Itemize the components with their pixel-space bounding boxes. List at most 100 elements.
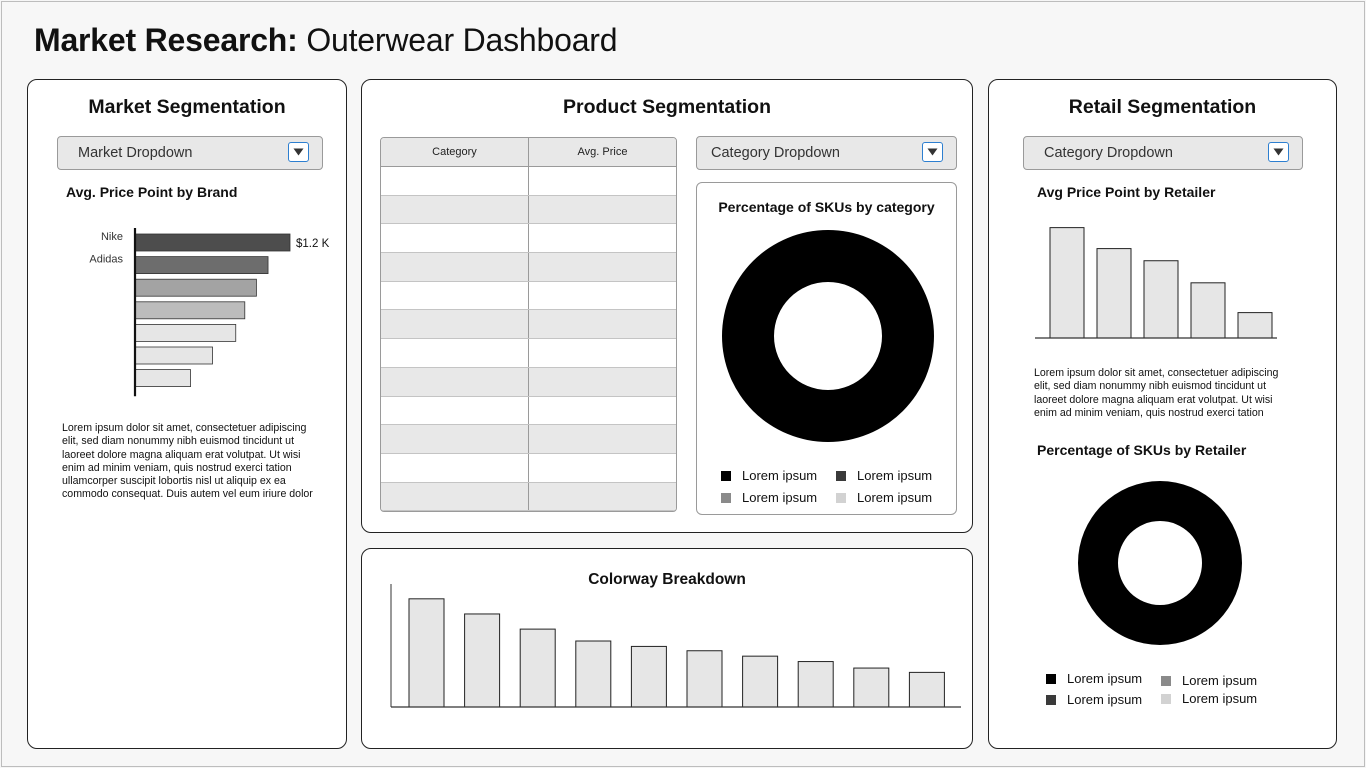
market-segmentation-panel: Market Segmentation Market Dropdown Avg.… — [27, 79, 347, 749]
bar[interactable] — [519, 628, 556, 708]
legend-item: Lorem ipsum — [836, 490, 932, 505]
table-cell[interactable] — [381, 224, 528, 252]
retail-segmentation-title: Retail Segmentation — [1068, 96, 1257, 118]
retailer-bar-chart — [1035, 227, 1277, 339]
table-cell[interactable] — [528, 224, 676, 253]
bar[interactable] — [1143, 260, 1179, 339]
legend-swatch — [836, 471, 846, 481]
table-cell[interactable] — [381, 167, 528, 195]
product-segmentation-panel: Product Segmentation Category Avg. Price… — [361, 79, 973, 533]
bar[interactable] — [630, 645, 667, 708]
retailer-donut-chart — [1078, 481, 1242, 645]
table-cell[interactable] — [381, 425, 528, 453]
table-header: Category Avg. Price — [381, 138, 676, 167]
table-cell[interactable] — [381, 196, 528, 224]
table-cell[interactable] — [381, 454, 528, 482]
bar[interactable] — [575, 640, 612, 708]
market-segmentation-title: Market Segmentation — [88, 96, 286, 118]
bar[interactable] — [464, 613, 501, 708]
table-row[interactable] — [381, 253, 676, 282]
bar[interactable] — [908, 671, 945, 708]
category-dropdown-label: Category Dropdown — [711, 145, 840, 161]
legend-swatch — [721, 471, 731, 481]
category-donut-title: Percentage of SKUs by category — [718, 199, 935, 215]
bar[interactable] — [853, 667, 890, 708]
category-dropdown[interactable]: Category Dropdown — [696, 136, 957, 170]
bar[interactable] — [1049, 227, 1085, 339]
column-header-avg-price[interactable]: Avg. Price — [528, 138, 676, 166]
legend-swatch — [1046, 674, 1056, 684]
table-row[interactable] — [381, 339, 676, 368]
table-row[interactable] — [381, 367, 676, 397]
retailer-donut-title: Percentage of SKUs by Retailer — [1037, 442, 1247, 458]
colorway-breakdown-panel: Colorway Breakdown — [361, 548, 973, 749]
donut-slice[interactable] — [722, 230, 934, 442]
table-cell[interactable] — [381, 368, 528, 396]
bar[interactable] — [134, 301, 246, 320]
table-cell[interactable] — [528, 482, 676, 511]
legend-item: Lorem ipsum — [1161, 691, 1257, 706]
chevron-down-icon[interactable] — [1268, 142, 1289, 162]
table-cell[interactable] — [528, 453, 676, 482]
bar[interactable] — [134, 324, 237, 342]
table-row[interactable] — [381, 482, 676, 511]
table-row[interactable] — [381, 224, 676, 254]
table-cell[interactable] — [528, 167, 676, 195]
table-cell[interactable] — [381, 483, 528, 511]
retailer-chart-title: Avg Price Point by Retailer — [1037, 184, 1216, 200]
table-row[interactable] — [381, 396, 676, 426]
category-label: Nike — [101, 231, 123, 243]
legend-item: Lorem ipsum — [1046, 671, 1142, 686]
table-row[interactable] — [381, 167, 676, 196]
legend-item: Lorem ipsum — [721, 468, 817, 483]
column-header-category[interactable]: Category — [381, 138, 528, 166]
retail-segmentation-panel: Retail Segmentation Category Dropdown Av… — [988, 79, 1337, 749]
table-cell[interactable] — [528, 195, 676, 224]
colorway-bar-chart — [390, 584, 961, 708]
market-dropdown[interactable]: Market Dropdown — [57, 136, 323, 170]
legend-item: Lorem ipsum — [836, 468, 932, 483]
table-row[interactable] — [381, 281, 676, 311]
chevron-down-icon[interactable] — [922, 142, 943, 162]
legend-swatch — [1161, 694, 1171, 704]
retail-category-dropdown[interactable]: Category Dropdown — [1023, 136, 1303, 170]
table-cell[interactable] — [528, 367, 676, 396]
table-cell[interactable] — [381, 310, 528, 338]
chevron-down-icon[interactable] — [288, 142, 309, 162]
legend-swatch — [1161, 676, 1171, 686]
brand-bar-chart: Nike $1.2 K Adidas — [89, 228, 330, 397]
bar[interactable] — [1237, 312, 1273, 339]
table-cell[interactable] — [381, 339, 528, 367]
bar[interactable] — [134, 369, 191, 388]
table-cell[interactable] — [528, 281, 676, 310]
table-cell[interactable] — [381, 397, 528, 425]
donut-slice[interactable] — [1078, 481, 1242, 645]
bar[interactable] — [797, 661, 834, 708]
table-row[interactable] — [381, 425, 676, 454]
table-cell[interactable] — [381, 282, 528, 310]
bar[interactable] — [134, 256, 269, 274]
table-row[interactable] — [381, 453, 676, 483]
bar[interactable] — [686, 650, 723, 708]
table-cell[interactable] — [528, 396, 676, 425]
bar[interactable] — [134, 233, 291, 252]
bar[interactable] — [408, 598, 445, 708]
table-row[interactable] — [381, 195, 676, 225]
table-cell[interactable] — [528, 310, 676, 339]
table-row[interactable] — [381, 310, 676, 340]
legend-swatch — [836, 493, 846, 503]
bar[interactable] — [134, 346, 213, 365]
table-cell[interactable] — [381, 253, 528, 281]
legend-swatch — [1046, 695, 1056, 705]
table-cell[interactable] — [528, 253, 676, 281]
table-cell[interactable] — [528, 339, 676, 367]
brand-chart-title: Avg. Price Point by Brand — [66, 184, 238, 200]
bar[interactable] — [1096, 248, 1132, 339]
legend-item: Lorem ipsum — [721, 490, 817, 505]
table-cell[interactable] — [528, 425, 676, 453]
bar[interactable] — [1190, 282, 1226, 339]
bar[interactable] — [134, 278, 257, 297]
market-dropdown-label: Market Dropdown — [78, 145, 193, 161]
retail-description: Lorem ipsum dolor sit amet, consectetuer… — [1034, 367, 1279, 419]
bar[interactable] — [742, 655, 779, 708]
